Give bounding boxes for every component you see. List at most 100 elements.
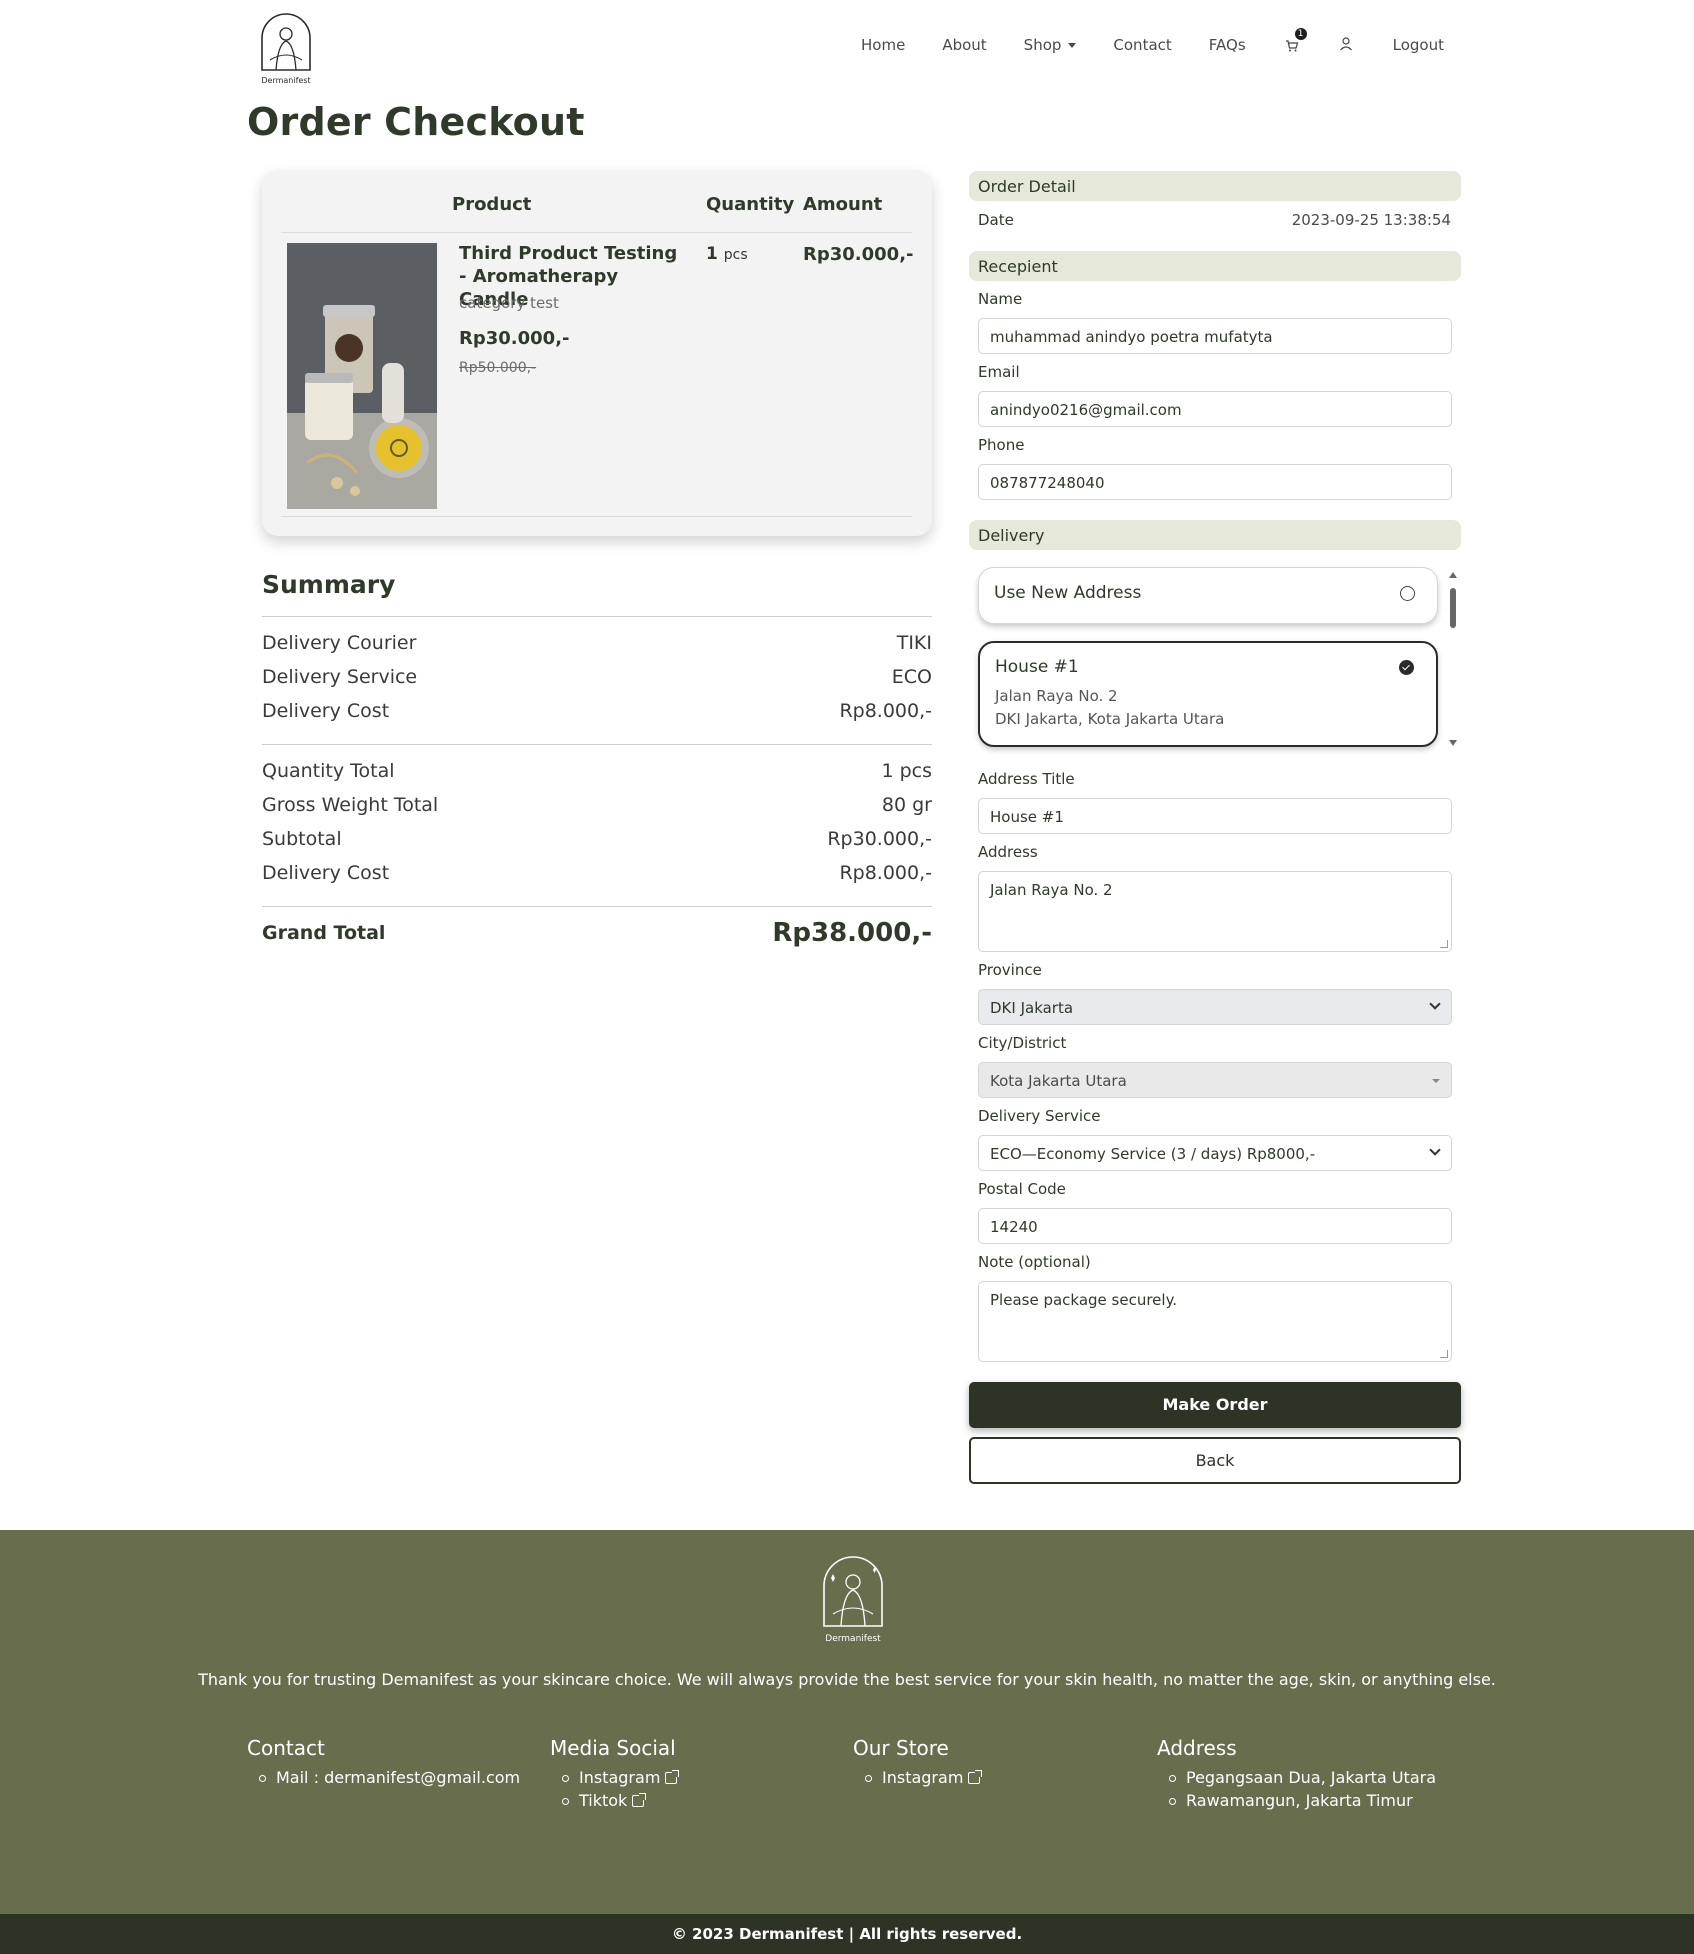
radio-checked-icon[interactable] (1399, 660, 1414, 675)
city-select[interactable]: Kota Jakarta Utara (978, 1062, 1452, 1098)
address-title-label: Address Title (978, 770, 1075, 788)
summary-title: Summary (262, 570, 396, 599)
summary-value: TIKI (896, 632, 932, 654)
nav-faqs[interactable]: FAQs (1209, 36, 1246, 54)
footer-instagram-link[interactable]: Instagram (562, 1766, 680, 1789)
recipient-header: Recepient (969, 251, 1461, 281)
phone-field[interactable]: 087877248040 (978, 464, 1452, 500)
resize-handle-icon[interactable] (1440, 940, 1448, 948)
copyright: © 2023 Dermanifest | All rights reserved… (0, 1914, 1694, 1954)
saved-address-line1: Jalan Raya No. 2 (995, 687, 1118, 705)
summary-row: Delivery Cost Rp8.000,- (262, 862, 932, 884)
cart-button[interactable]: 1 (1283, 28, 1307, 54)
footer-media-title: Media Social (550, 1736, 676, 1760)
summary-value: Rp30.000,- (827, 828, 932, 850)
product-price: Rp30.000,- (459, 328, 570, 349)
summary-divider (262, 906, 932, 907)
email-field[interactable]: anindyo0216@gmail.com (978, 391, 1452, 427)
summary-label: Delivery Cost (262, 862, 390, 884)
grand-total-label: Grand Total (262, 922, 386, 944)
use-new-address-option[interactable]: Use New Address (978, 567, 1438, 624)
email-label: Email (978, 363, 1020, 381)
page-title: Order Checkout (247, 100, 585, 144)
summary-divider (262, 616, 932, 617)
note-text: Please package securely. (990, 1291, 1178, 1309)
summary-label: Subtotal (262, 828, 342, 850)
user-icon[interactable] (1338, 36, 1356, 54)
footer-address-title: Address (1157, 1736, 1237, 1760)
external-link-icon (632, 1793, 647, 1807)
footer-store-title: Our Store (853, 1736, 949, 1760)
province-value: DKI Jakarta (990, 999, 1074, 1017)
scroll-thumb[interactable] (1450, 588, 1456, 628)
scroll-up-icon[interactable] (1449, 572, 1457, 578)
summary-label: Quantity Total (262, 760, 395, 782)
delivery-header: Delivery (969, 520, 1461, 550)
summary-value: ECO (891, 666, 932, 688)
address-textarea[interactable]: Jalan Raya No. 2 (978, 871, 1452, 952)
footer-store: Our Store Instagram (853, 1736, 983, 1789)
city-value: Kota Jakarta Utara (990, 1072, 1127, 1090)
resize-handle-icon[interactable] (1440, 1350, 1448, 1358)
delivery-service-label: Delivery Service (978, 1107, 1101, 1125)
chevron-down-icon (1068, 42, 1077, 48)
delivery-service-select[interactable]: ECO—Economy Service (3 / days) Rp8000,- (978, 1135, 1452, 1171)
chevron-down-icon (1429, 998, 1441, 1010)
summary-row: Delivery Service ECO (262, 666, 932, 688)
footer-logo: Dermanifest (818, 1554, 888, 1646)
footer-contact: Contact Mail : dermanifest@gmail.com (247, 1736, 520, 1789)
quantity-number: 1 (706, 244, 718, 264)
svg-text:Dermanifest: Dermanifest (261, 76, 310, 85)
external-link-icon (968, 1770, 983, 1784)
footer-store-instagram-link[interactable]: Instagram (865, 1766, 983, 1789)
caret-down-icon (1432, 1079, 1440, 1083)
grand-total-value: Rp38.000,- (772, 918, 932, 948)
product-amount: Rp30.000,- (803, 244, 914, 265)
nav-shop-dropdown[interactable]: Shop (1024, 36, 1077, 54)
saved-address-title: House #1 (995, 657, 1079, 677)
note-textarea[interactable]: Please package securely. (978, 1281, 1452, 1362)
footer-address-item: Rawamangun, Jakarta Timur (1169, 1789, 1436, 1812)
brand-logo[interactable]: Dermanifest (256, 10, 316, 88)
summary-divider (262, 744, 932, 745)
chevron-down-icon (1429, 1144, 1441, 1156)
make-order-button[interactable]: Make Order (969, 1382, 1461, 1428)
address-text: Jalan Raya No. 2 (990, 881, 1113, 899)
header-divider (282, 232, 912, 233)
province-select[interactable]: DKI Jakarta (978, 989, 1452, 1025)
summary-value: Rp8.000,- (839, 862, 932, 884)
province-label: Province (978, 961, 1042, 979)
name-field[interactable]: muhammad anindyo poetra mufatyta (978, 318, 1452, 354)
back-button[interactable]: Back (969, 1437, 1461, 1484)
radio-unchecked-icon[interactable] (1400, 586, 1415, 601)
footer-contact-mail[interactable]: Mail : dermanifest@gmail.com (259, 1766, 520, 1789)
cart-icon (1285, 40, 1298, 52)
navbar: Dermanifest Home About Shop Contact FAQs… (0, 0, 1694, 100)
nav-about[interactable]: About (942, 36, 986, 54)
nav-contact[interactable]: Contact (1113, 36, 1171, 54)
address-label: Address (978, 843, 1038, 861)
nav-home[interactable]: Home (861, 36, 905, 54)
date-label: Date (978, 211, 1014, 229)
row-divider (282, 516, 912, 517)
address-list-scrollbar[interactable] (1448, 570, 1458, 750)
summary-value: Rp8.000,- (839, 700, 932, 722)
date-value: 2023-09-25 13:38:54 (1291, 211, 1451, 229)
summary-row: Gross Weight Total 80 gr (262, 794, 932, 816)
postal-code-field[interactable]: 14240 (978, 1208, 1452, 1244)
nav-logout[interactable]: Logout (1393, 36, 1444, 54)
address-title-field[interactable]: House #1 (978, 798, 1452, 834)
saved-address-option[interactable]: House #1 Jalan Raya No. 2 DKI Jakarta, K… (978, 641, 1438, 747)
postal-code-label: Postal Code (978, 1180, 1066, 1198)
footer: Dermanifest Thank you for trusting Deman… (0, 1530, 1694, 1914)
footer-tiktok-link[interactable]: Tiktok (562, 1789, 677, 1812)
summary-value: 80 gr (881, 794, 932, 816)
delivery-service-value: ECO—Economy Service (3 / days) Rp8000,- (990, 1145, 1316, 1163)
footer-address-item: Pegangsaan Dua, Jakarta Utara (1169, 1766, 1436, 1789)
product-quantity: 1 pcs (706, 244, 748, 264)
phone-label: Phone (978, 436, 1025, 454)
cart-count-badge: 1 (1294, 28, 1307, 40)
footer-contact-title: Contact (247, 1736, 325, 1760)
nav-shop-label: Shop (1023, 36, 1062, 54)
scroll-down-icon[interactable] (1449, 740, 1457, 746)
